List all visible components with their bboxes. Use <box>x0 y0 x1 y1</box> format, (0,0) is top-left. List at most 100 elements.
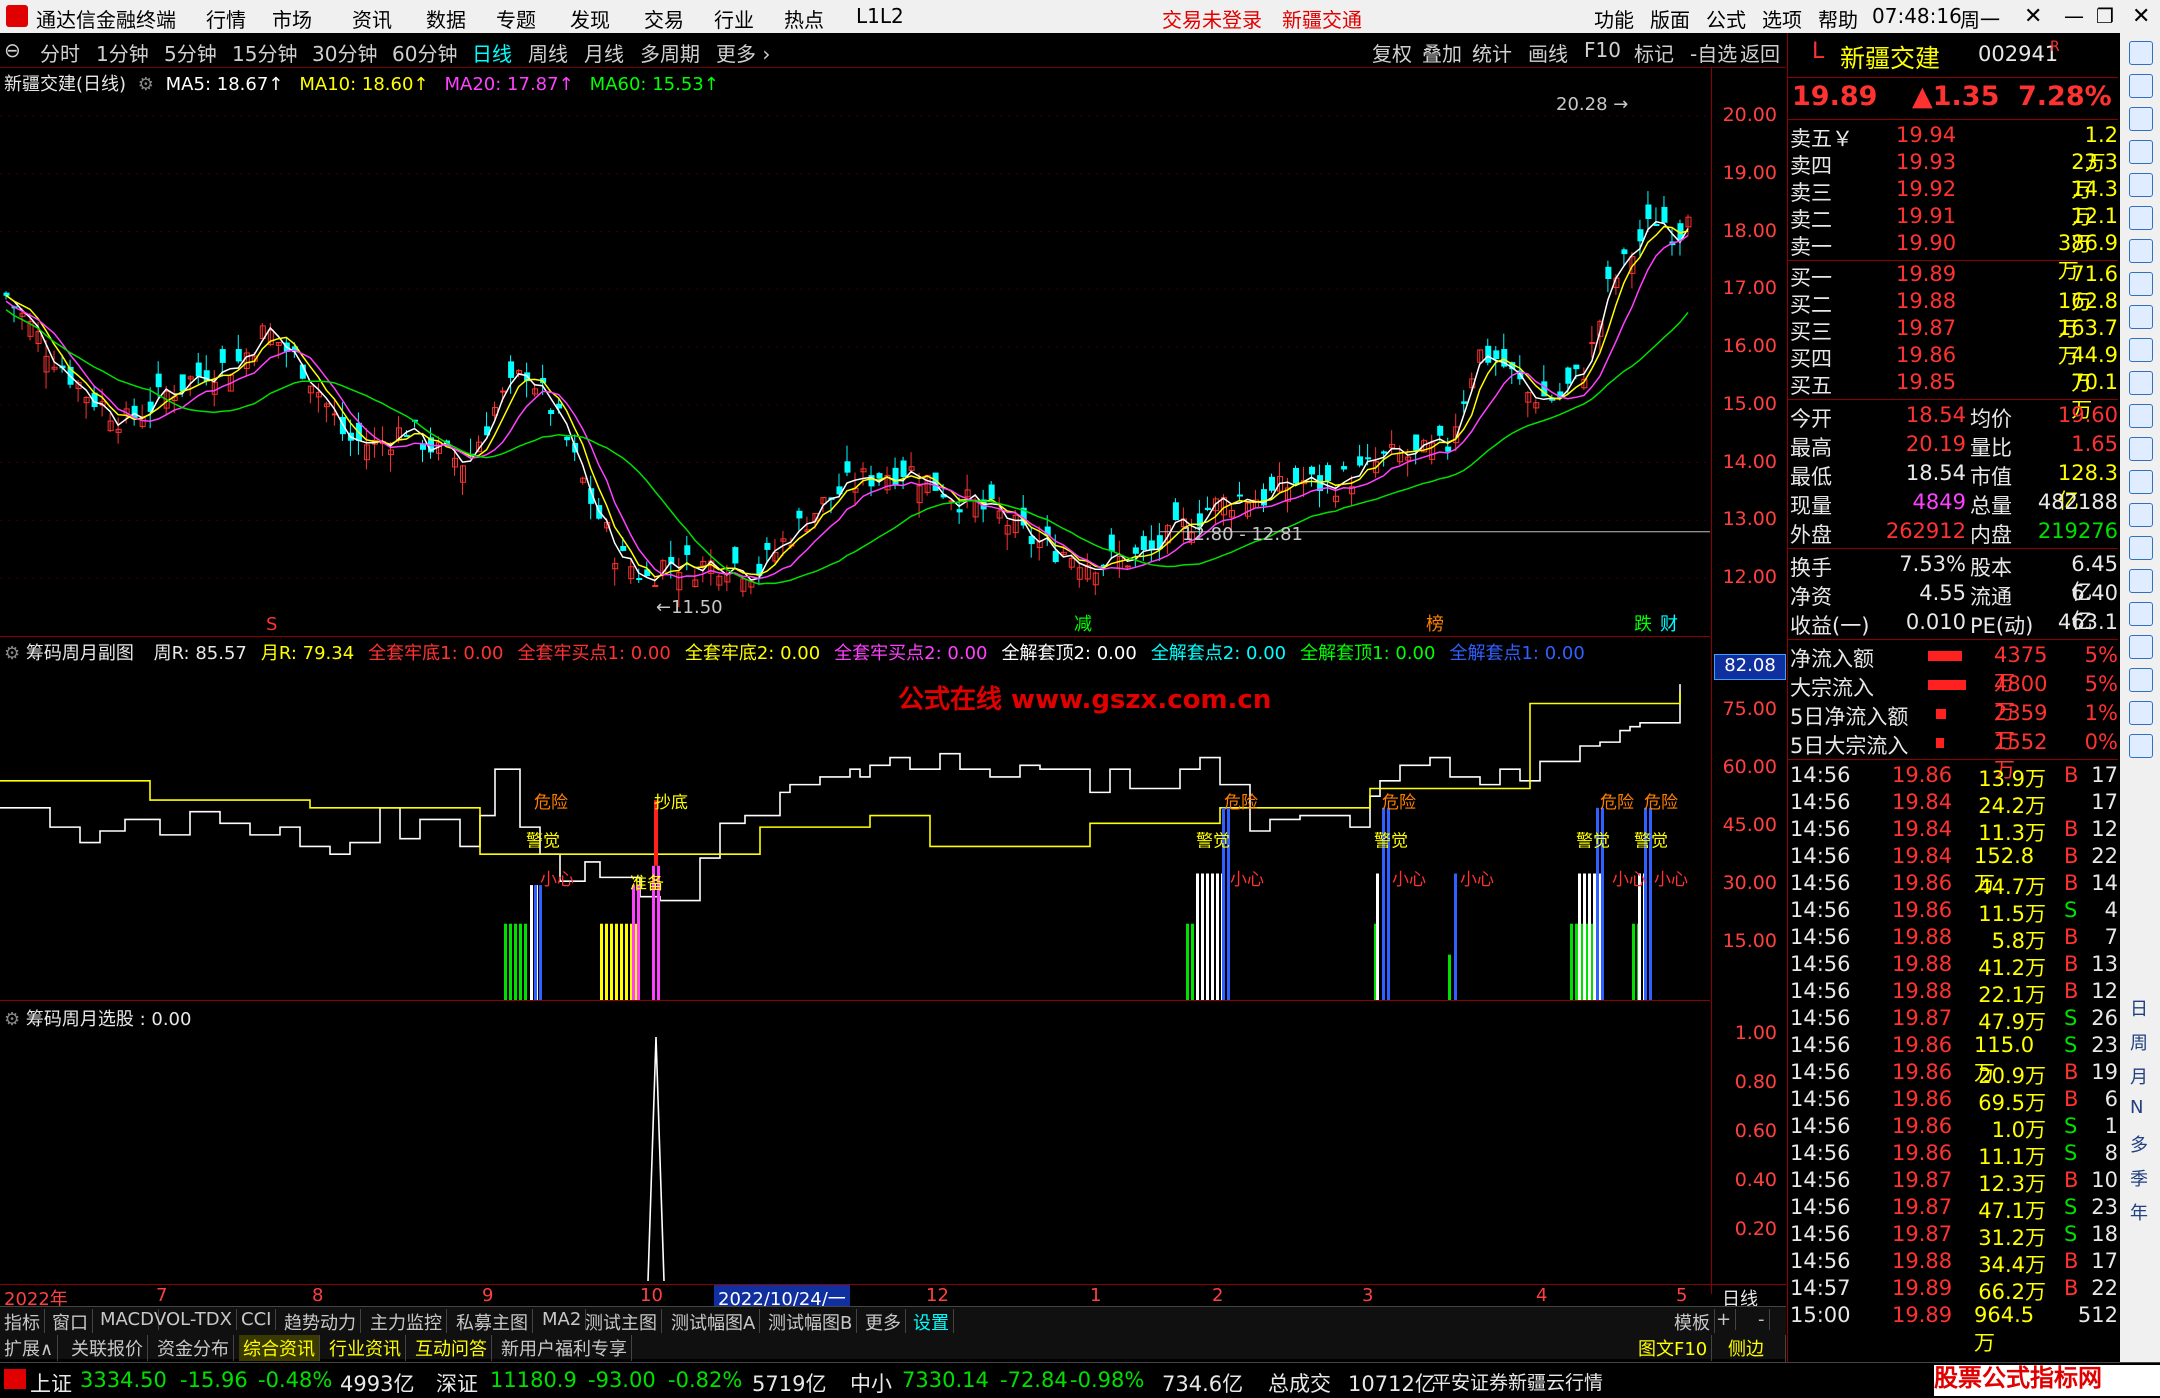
template-tab-2[interactable]: - <box>1754 1309 1770 1330</box>
right-menu-2[interactable]: 公式 <box>1706 4 1746 33</box>
ext-right-tab-0[interactable]: 图文F10 <box>1634 1335 1713 1361</box>
ext-tab-5[interactable]: 互动问答 <box>411 1335 492 1361</box>
period-8[interactable]: 月线 <box>584 38 624 67</box>
menu-1[interactable]: 市场 <box>272 4 312 33</box>
menu-0[interactable]: 行情 <box>206 4 246 33</box>
side-tool-icon[interactable] <box>2129 338 2153 362</box>
indicator-tab-10[interactable]: 测试幅图A <box>667 1309 761 1335</box>
period-2[interactable]: 5分钟 <box>164 38 217 67</box>
period-10[interactable]: 更多 › <box>716 38 770 67</box>
ext-tab-6[interactable]: 新用户福利专享 <box>497 1335 632 1361</box>
toolbar-right-4[interactable]: F10 <box>1584 38 1621 62</box>
side-tool-icon[interactable] <box>2129 569 2153 593</box>
menu-2[interactable]: 资讯 <box>352 4 392 33</box>
minimize-icon[interactable]: — <box>2064 4 2084 28</box>
menu-9[interactable]: L1L2 <box>856 4 904 28</box>
side-tool-icon[interactable] <box>2129 734 2153 758</box>
side-period-3[interactable]: N <box>2130 1097 2143 1118</box>
zx-name[interactable]: 中小 <box>850 1368 892 1398</box>
trade-status[interactable]: 交易未登录 <box>1162 4 1262 33</box>
toolbar-right-5[interactable]: 标记 <box>1634 38 1674 67</box>
side-period-1[interactable]: 周 <box>2130 1029 2148 1055</box>
side-period-5[interactable]: 季 <box>2130 1165 2148 1191</box>
toolbar-right-6[interactable]: -自选 <box>1690 38 1737 67</box>
period-0[interactable]: 分时 <box>40 38 80 67</box>
indicator-tab-3[interactable]: VOL-TDX <box>150 1309 237 1330</box>
right-menu-0[interactable]: 功能 <box>1594 4 1634 33</box>
toolbar-right-3[interactable]: 画线 <box>1528 38 1568 67</box>
ext-tab-0[interactable]: 扩展∧ <box>0 1335 59 1361</box>
side-tool-icon[interactable] <box>2129 173 2153 197</box>
template-tab-0[interactable]: 模板 <box>1670 1309 1715 1335</box>
sub2-settings-icon[interactable]: ⚙ <box>4 1009 20 1030</box>
side-tool-icon[interactable] <box>2129 536 2153 560</box>
sh-name[interactable]: 上证 <box>30 1368 72 1398</box>
period-5[interactable]: 60分钟 <box>392 38 457 67</box>
indicator-tab-12[interactable]: 更多 <box>861 1309 906 1335</box>
ext-tab-2[interactable]: 资金分布 <box>153 1335 234 1361</box>
close-window-icon[interactable]: ✕ <box>2132 4 2150 29</box>
restore-icon[interactable]: ❐ <box>2096 4 2114 28</box>
settings-icon[interactable]: ⚙ <box>138 74 154 95</box>
side-tool-icon[interactable] <box>2129 41 2153 65</box>
menu-5[interactable]: 发现 <box>570 4 610 33</box>
menu-8[interactable]: 热点 <box>784 4 824 33</box>
sz-name[interactable]: 深证 <box>436 1368 478 1398</box>
period-1[interactable]: 1分钟 <box>96 38 149 67</box>
menu-6[interactable]: 交易 <box>644 4 684 33</box>
chip-sub-chart[interactable]: 危险 危险 危险 危险 危险 抄底 警觉 警觉 警觉 警觉 警觉 准备 小心 小心 小心 小心 小心 小心 ⚙ 筹… <box>0 636 1710 1001</box>
side-tool-icon[interactable] <box>2129 206 2153 230</box>
side-tool-icon[interactable] <box>2129 140 2153 164</box>
period-6[interactable]: 日线 <box>472 38 512 67</box>
side-tool-icon[interactable] <box>2129 305 2153 329</box>
right-menu-4[interactable]: 帮助 <box>1818 4 1858 33</box>
sub1-settings-icon[interactable]: ⚙ <box>4 643 20 664</box>
side-tool-icon[interactable] <box>2129 701 2153 725</box>
period-4[interactable]: 30分钟 <box>312 38 377 67</box>
right-menu-3[interactable]: 选项 <box>1762 4 1802 33</box>
chip-select-chart[interactable]: ⚙ 筹码周月选股 : 0.00 <box>0 1000 1710 1285</box>
period-9[interactable]: 多周期 <box>640 38 700 67</box>
ext-tab-4[interactable]: 行业资讯 <box>325 1335 406 1361</box>
side-tool-icon[interactable] <box>2129 404 2153 428</box>
side-period-4[interactable]: 多 <box>2130 1131 2148 1157</box>
menu-3[interactable]: 数据 <box>426 4 466 33</box>
close-icon[interactable]: ✕ <box>2024 4 2042 29</box>
side-tool-icon[interactable] <box>2129 635 2153 659</box>
indicator-tab-9[interactable]: 测试主图 <box>581 1309 662 1335</box>
indicator-tab-1[interactable]: 窗口 <box>48 1309 93 1335</box>
side-tool-icon[interactable] <box>2129 470 2153 494</box>
indicator-tab-6[interactable]: 主力监控 <box>366 1309 447 1335</box>
menu-7[interactable]: 行业 <box>714 4 754 33</box>
template-tab-1[interactable]: + <box>1712 1309 1737 1330</box>
side-period-2[interactable]: 月 <box>2130 1063 2148 1089</box>
side-period-6[interactable]: 年 <box>2130 1199 2148 1225</box>
menu-4[interactable]: 专题 <box>496 4 536 33</box>
side-tool-icon[interactable] <box>2129 239 2153 263</box>
toolbar-right-2[interactable]: 统计 <box>1472 38 1512 67</box>
toolbar-right-1[interactable]: 叠加 <box>1422 38 1462 67</box>
side-tool-icon[interactable] <box>2129 371 2153 395</box>
period-7[interactable]: 周线 <box>528 38 568 67</box>
indicator-tab-7[interactable]: 私募主图 <box>452 1309 533 1335</box>
side-tool-icon[interactable] <box>2129 437 2153 461</box>
right-menu-1[interactable]: 版面 <box>1650 4 1690 33</box>
side-tool-icon[interactable] <box>2129 503 2153 527</box>
side-tool-icon[interactable] <box>2129 74 2153 98</box>
collapse-icon[interactable]: ⊖ <box>4 38 21 62</box>
kline-chart[interactable]: 12.80 - 12.81 ←11.50 20.28 → S 减 榜 跌财 <box>0 68 1710 636</box>
indicator-tab-0[interactable]: 指标 <box>0 1309 45 1335</box>
indicator-tab-5[interactable]: 趋势动力 <box>280 1309 361 1335</box>
ext-tab-1[interactable]: 关联报价 <box>67 1335 148 1361</box>
side-tool-icon[interactable] <box>2129 602 2153 626</box>
side-tool-icon[interactable] <box>2129 107 2153 131</box>
ext-tab-3[interactable]: 综合资讯 <box>239 1335 320 1361</box>
side-tool-icon[interactable] <box>2129 668 2153 692</box>
side-period-0[interactable]: 日 <box>2130 995 2148 1021</box>
indicator-tab-4[interactable]: CCI <box>237 1309 277 1330</box>
indicator-tab-8[interactable]: MA2 <box>538 1309 587 1330</box>
toolbar-right-0[interactable]: 复权 <box>1372 38 1412 67</box>
indicator-tab-11[interactable]: 测试幅图B <box>764 1309 858 1335</box>
period-3[interactable]: 15分钟 <box>232 38 297 67</box>
indicator-tab-13[interactable]: 设置 <box>909 1309 954 1335</box>
